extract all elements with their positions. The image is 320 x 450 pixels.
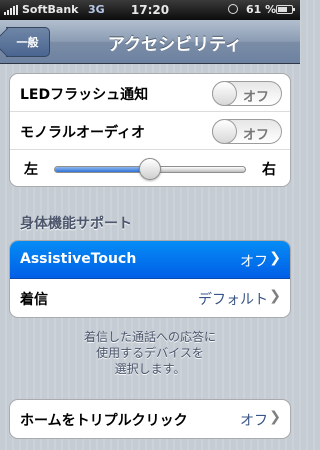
toggle-state-text: オフ xyxy=(243,128,270,143)
battery-percent: 61 % xyxy=(246,3,277,16)
settings-group-physical: AssistiveTouch オフ ❯ 着信 デフォルト ❯ xyxy=(9,240,291,318)
rotation-lock-icon xyxy=(228,4,238,14)
settings-group-audio-visual: LEDフラッシュ通知 オフ モノラルオーディオ オフ 左 右 xyxy=(9,73,291,187)
settings-group-home: ホームをトリプルクリック オフ ❯ xyxy=(9,399,291,439)
back-button-label: 一般 xyxy=(16,36,39,49)
triple-click-home-label: ホームをトリプルクリック xyxy=(20,413,188,429)
assistive-touch-value: オフ xyxy=(240,254,268,270)
toggle-state-text: オフ xyxy=(243,90,270,105)
footer-note-text: 着信した通話への応答に 使用するデバイスを 選択します。 xyxy=(83,330,216,376)
back-button[interactable]: 一般 xyxy=(6,27,50,57)
chevron-right-icon: ❯ xyxy=(269,288,281,304)
chevron-right-icon: ❯ xyxy=(269,409,281,425)
assistive-touch-label: AssistiveTouch xyxy=(20,251,137,267)
balance-right-label: 右 xyxy=(262,162,276,178)
page-title: アクセシビリティ xyxy=(107,35,243,55)
incoming-call-footer-note: 着信した通話への応答に 使用するデバイスを 選択します。 xyxy=(30,329,270,377)
assistive-touch-row[interactable]: AssistiveTouch オフ ❯ xyxy=(10,241,290,279)
mono-audio-row: モノラルオーディオ オフ xyxy=(10,112,290,150)
led-flash-row: LEDフラッシュ通知 オフ xyxy=(10,74,290,112)
balance-slider-fill xyxy=(55,167,150,172)
chevron-right-icon: ❯ xyxy=(269,250,281,266)
incoming-call-label: 着信 xyxy=(20,292,48,308)
toggle-knob xyxy=(212,81,237,106)
status-bar: SoftBank 3G 17:20 61 % xyxy=(0,0,300,20)
battery-icon xyxy=(276,5,295,14)
incoming-call-row[interactable]: 着信 デフォルト ❯ xyxy=(10,279,290,317)
mono-audio-toggle[interactable]: オフ xyxy=(212,119,282,144)
navigation-bar: 一般 アクセシビリティ xyxy=(0,20,300,64)
section-header-physical-support: 身体機能サポート xyxy=(20,216,132,232)
balance-slider-knob[interactable] xyxy=(139,158,161,180)
incoming-call-value: デフォルト xyxy=(198,292,268,308)
triple-click-home-value: オフ xyxy=(240,413,268,429)
toggle-knob xyxy=(212,119,237,144)
balance-left-label: 左 xyxy=(24,162,38,178)
led-flash-label: LEDフラッシュ通知 xyxy=(20,87,149,103)
mono-audio-label: モノラルオーディオ xyxy=(20,125,146,141)
balance-slider-row: 左 右 xyxy=(10,150,290,186)
triple-click-home-row[interactable]: ホームをトリプルクリック オフ ❯ xyxy=(10,400,290,438)
led-flash-toggle[interactable]: オフ xyxy=(212,81,282,106)
